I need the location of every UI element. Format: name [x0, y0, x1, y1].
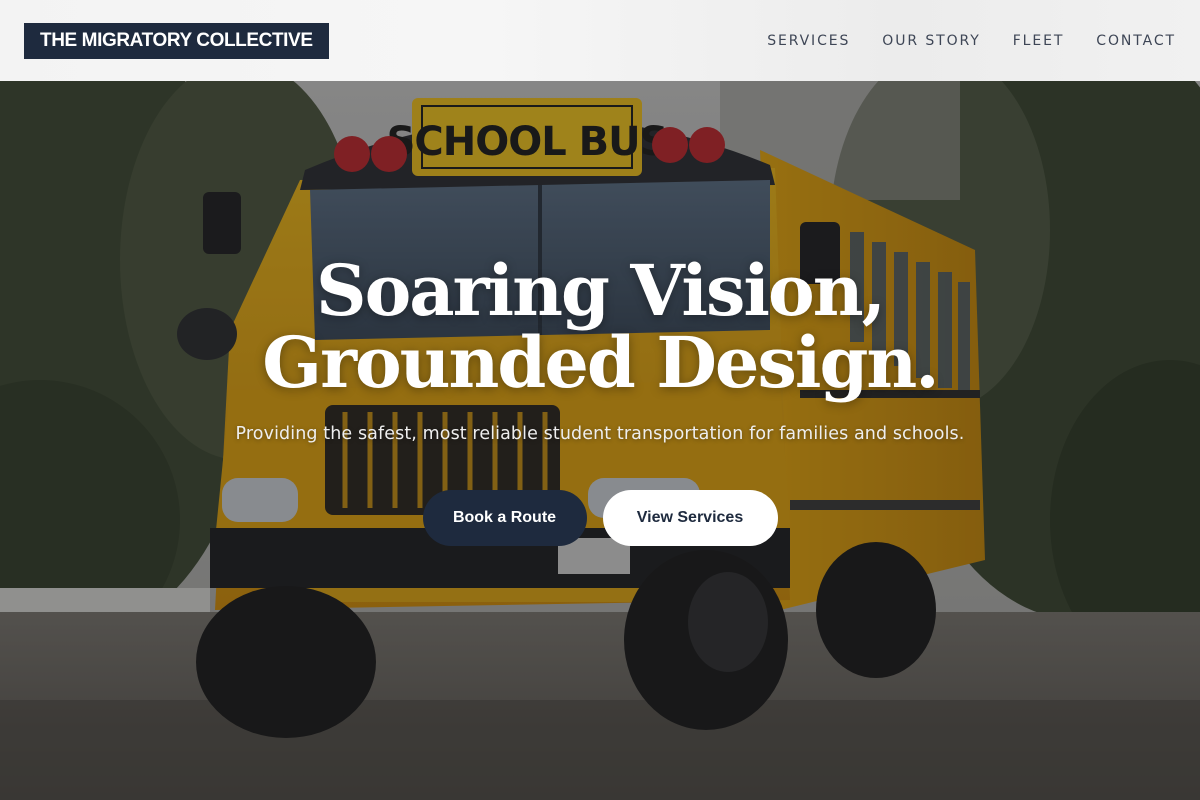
main-nav: SERVICES OUR STORY FLEET CONTACT — [735, 33, 1176, 49]
hero-title-line-1: Soaring Vision, — [316, 249, 886, 332]
nav-link-our-story[interactable]: OUR STORY — [882, 33, 980, 49]
site-logo[interactable]: THE MIGRATORY COLLECTIVE — [24, 22, 329, 59]
hero-section: Soaring Vision, Grounded Design. Providi… — [0, 81, 1200, 800]
nav-link-fleet[interactable]: FLEET — [1013, 33, 1065, 49]
nav-link-services[interactable]: SERVICES — [767, 33, 850, 49]
hero-title: Soaring Vision, Grounded Design. — [0, 255, 1200, 399]
nav-link-contact[interactable]: CONTACT — [1096, 33, 1176, 49]
cta-group: Book a Route View Services — [0, 490, 1200, 546]
site-header: THE MIGRATORY COLLECTIVE SERVICES OUR ST… — [0, 0, 1200, 81]
book-route-button[interactable]: Book a Route — [422, 490, 587, 546]
view-services-button[interactable]: View Services — [602, 490, 778, 546]
hero-title-line-2: Grounded Design. — [262, 321, 939, 404]
hero-subtitle: Providing the safest, most reliable stud… — [235, 424, 965, 444]
